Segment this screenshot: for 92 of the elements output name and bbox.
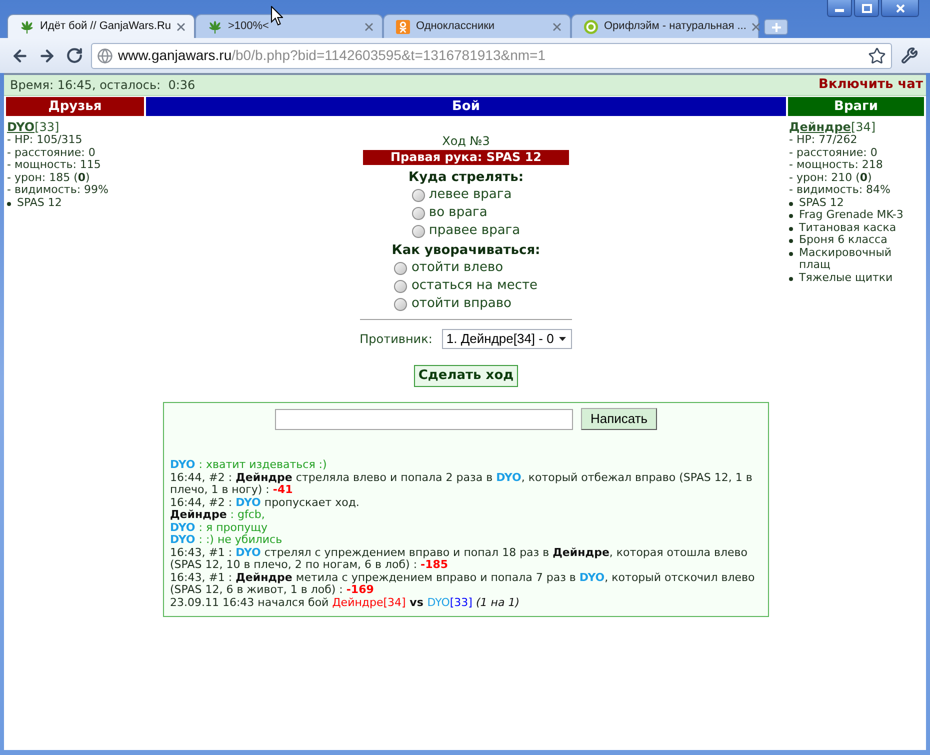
ring-icon [584,20,598,34]
wrench-icon[interactable] [901,47,918,64]
player-level-text: [33] [34,120,60,134]
stat-line: - расстояние: 0 [789,146,878,159]
item-name: Тяжелые щитки [799,272,893,284]
browser-tab[interactable]: Идёт бой // GanjaWars.Ru [7,14,195,38]
minimize-button[interactable] [827,0,852,17]
log-entry: 23.09.11 16:43 начался бой Дейндре[34] vs DYO[33] (1 на 1) [170,596,520,609]
item-name: Броня 6 класса [799,234,888,246]
log-entry: DYO : я пропущу [170,522,268,534]
group-heading: Куда стрелять: [408,170,524,186]
option-label: отойти влево [411,259,504,278]
column-header: Бой [146,97,786,116]
browser-tab[interactable]: Одноклассники [383,14,571,38]
stat-line: - мощность: 218 [789,159,884,172]
option-label: правее врага [428,222,520,240]
leaf-icon [208,20,222,34]
browser-tab[interactable]: >100%< [195,14,383,38]
item-name: Титановая каска [799,222,896,234]
close-icon[interactable] [177,22,186,30]
new-tab-button[interactable] [764,19,788,35]
chat-toggle-link[interactable]: Включить чат [818,75,923,95]
stat-line: - расстояние: 0 [7,146,96,159]
log-entry: 16:43, #1 : Дейндре метила с упреждением вправо и попала 7 раз в DYO, который отскочил влево (SPAS 12, 6 в живот, 1 в лоб) : -169 [170,572,756,596]
stat-line: - видимость: 84% [789,184,892,196]
bullet-icon [7,202,11,206]
forward-icon[interactable] [38,46,56,64]
maximize-icon [862,4,872,12]
caret-icon [559,337,566,341]
bullet-icon [789,214,793,218]
log-entry: 16:44, #2 : DYO пропускает ход. [170,496,360,509]
option-label: во врага [428,204,488,222]
log-entry: DYO : :) не убились [170,534,284,546]
minimize-icon [835,9,844,12]
weapon-bar: Правая рука: SPAS 12 [363,150,569,165]
radio-button[interactable] [394,298,408,310]
logo-tile-icon [396,20,410,34]
bullet-icon [789,226,793,230]
address-bar[interactable]: www.ganjawars.ru/b0/b.php?bid=1142603595&t=1316781913&nm=1 [91,42,892,68]
message-input[interactable] [275,408,574,430]
stat-line: - HP: 105/315 [7,134,84,146]
turn-number: Ход №3 [442,134,490,148]
close-icon [896,4,904,12]
option-label: остаться на месте [411,277,538,296]
close-icon[interactable] [553,22,561,30]
close-icon[interactable] [365,22,373,30]
bullet-icon [789,239,793,243]
stat-line: - урон: 210 (0) [789,172,873,184]
group-heading: Как уворачиваться: [392,243,540,259]
radio-button[interactable] [394,262,408,274]
time-remaining-text: Время: 16:45, осталось: 0:36 [10,77,196,94]
reload-icon[interactable] [66,47,83,64]
log-entry: 16:43, #1 : DYO стрелял с упреждением вправо и попал 18 раз в Дейндре, которая отошла влево (SPAS 12, 10 в плечо, 2 по ногам, 6 в лоб) : -185 [170,546,748,572]
close-window-button[interactable] [881,0,919,17]
plus-icon [772,22,780,32]
stat-line: - HP: 77/262 [789,134,858,146]
log-entry: 16:44, #2 : Дейндре стреляла влево и попала 2 раза в DYO, который отбежал вправо (SPAS 12, 1 в плечо, 1 в ногу) : -41 [170,472,754,496]
item-name: Маскировочный плащ [799,246,893,272]
item-name: SPAS 12 [799,196,844,209]
column-header: Друзья [6,97,144,116]
leaf-icon [20,20,34,34]
bullet-icon [789,276,793,280]
globe-icon [97,48,113,64]
option-label: левее врага [428,186,512,204]
stat-line: - мощность: 115 [7,159,102,172]
log-entry: Дейндре : gfcb, [170,509,265,522]
back-icon[interactable] [11,46,29,64]
item-name: Frag Grenade MK-3 [799,209,904,222]
bullet-icon [789,252,793,256]
opponent-select[interactable]: 1. Дейндре[34] - 0 [442,329,572,349]
cursor-icon [271,6,283,26]
radio-button[interactable] [412,206,425,220]
close-icon[interactable] [752,22,760,30]
player-name-link[interactable]: Дейндре [789,120,851,134]
column-header: Враги [788,97,924,116]
radio-button[interactable] [394,280,408,292]
log-entry: DYO : хватит издеваться :) [170,459,328,472]
browser-tab[interactable]: Орифлэйм - натуральная ... [571,14,759,38]
item-name: SPAS 12 [17,196,62,209]
radio-button[interactable] [412,224,425,238]
maximize-button[interactable] [854,0,879,17]
option-label: отойти вправо [411,295,512,314]
bookmark-star-icon[interactable] [868,46,886,64]
bullet-icon [789,202,793,206]
stat-line: - урон: 185 (0) [7,172,91,184]
player-name-link[interactable]: DYO [7,120,35,134]
make-move-button[interactable]: Сделать ход [414,365,518,387]
stat-line: - видимость: 99% [7,184,110,196]
radio-button[interactable] [412,188,425,202]
send-button[interactable]: Написать [581,408,657,430]
player-level-text: [34] [850,120,876,134]
opponent-label: Противник: [360,331,432,348]
